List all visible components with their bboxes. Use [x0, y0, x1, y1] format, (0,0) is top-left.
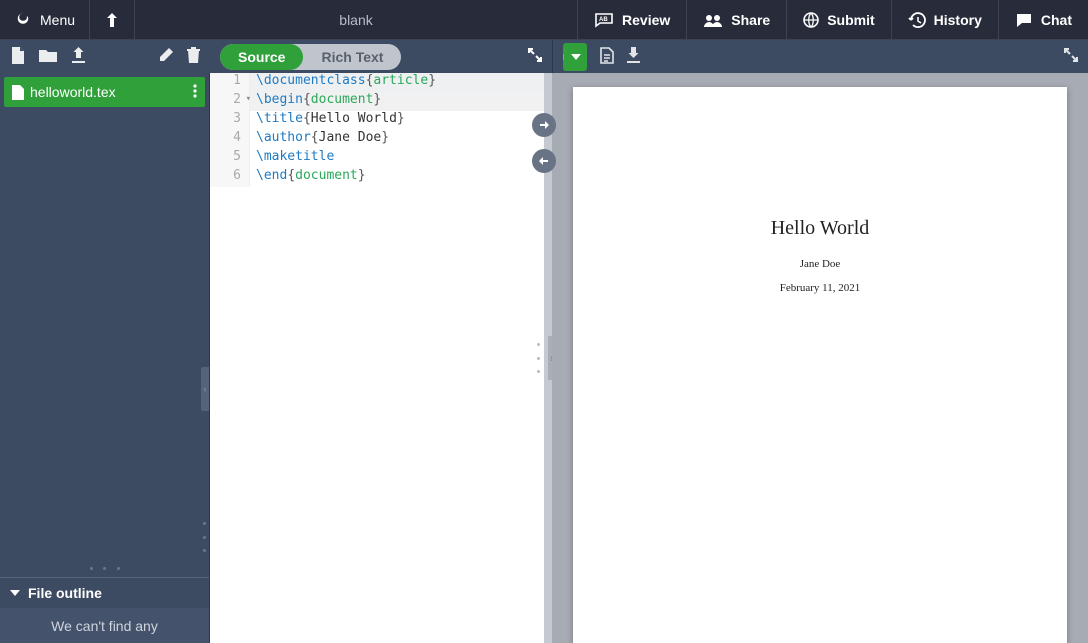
view-logs-button[interactable] [599, 47, 614, 67]
review-icon: AB [594, 12, 614, 28]
globe-icon [803, 12, 819, 28]
file-tree-toolbar [0, 40, 210, 73]
file-tree-panel: helloworld.tex ‹ File outline We can't f… [0, 73, 210, 643]
code-line[interactable]: 4\author{Jane Doe} [210, 130, 544, 149]
code-line[interactable]: 6\end{document} [210, 168, 544, 187]
back-to-projects-button[interactable] [90, 0, 135, 39]
chat-label: Chat [1041, 12, 1072, 28]
sidebar-collapse-button[interactable]: ‹ [201, 367, 209, 411]
code-line[interactable]: 3\title{Hello World} [210, 111, 544, 130]
menu-button[interactable]: Menu [0, 0, 90, 39]
pdf-expand-button[interactable] [1064, 48, 1078, 65]
code-editor[interactable]: 1\documentclass{article}2\begin{document… [210, 73, 544, 643]
code-content: \maketitle [250, 149, 334, 168]
toolbar-row: Source Rich Text Recompile [0, 40, 1088, 73]
file-outline-empty-text: We can't find any [0, 608, 209, 643]
share-button[interactable]: Share [686, 0, 786, 39]
svg-text:AB: AB [599, 17, 608, 23]
chat-icon [1015, 12, 1033, 28]
history-icon [908, 12, 926, 28]
recompile-button-group: Recompile [563, 43, 587, 71]
pdf-page: Hello World Jane Doe February 11, 2021 [573, 87, 1067, 643]
gutter-line-number: 3 [210, 111, 250, 130]
richtext-mode-button[interactable]: Rich Text [303, 44, 401, 70]
resize-handle-icon[interactable] [0, 222, 3, 252]
code-line[interactable]: 2\begin{document} [210, 92, 544, 111]
pdf-date: February 11, 2021 [573, 282, 1067, 294]
code-content: \title{Hello World} [250, 111, 405, 130]
main-area: helloworld.tex ‹ File outline We can't f… [0, 73, 1088, 643]
history-button[interactable]: History [891, 0, 998, 39]
share-icon [703, 13, 723, 27]
file-name: helloworld.tex [30, 84, 116, 100]
menu-label: Menu [40, 12, 75, 28]
share-label: Share [731, 12, 770, 28]
pdf-toolbar: Recompile [552, 40, 1088, 73]
recompile-dropdown[interactable] [563, 54, 587, 60]
gutter-line-number: 6 [210, 168, 250, 187]
file-icon [12, 85, 24, 100]
file-outline-label: File outline [28, 585, 102, 601]
file-item-menu-button[interactable] [193, 84, 197, 101]
file-tree-item-active[interactable]: helloworld.tex [4, 77, 205, 107]
up-arrow-icon [106, 13, 118, 27]
code-content: \documentclass{article} [250, 73, 436, 92]
editor-toolbar: Source Rich Text [210, 40, 552, 73]
pdf-preview-panel[interactable]: Hello World Jane Doe February 11, 2021 [552, 73, 1088, 643]
resize-handle-icon[interactable] [203, 522, 209, 552]
submit-label: Submit [827, 12, 874, 28]
new-file-button[interactable] [10, 47, 25, 67]
gutter-line-number: 2 [210, 92, 250, 111]
resize-handle-icon[interactable] [537, 343, 543, 373]
delete-button[interactable] [187, 47, 200, 66]
chevron-down-icon [571, 54, 581, 60]
pdf-title: Hello World [573, 217, 1067, 240]
file-outline-toggle[interactable]: File outline [0, 578, 209, 608]
code-line[interactable]: 5\maketitle [210, 149, 544, 168]
history-label: History [934, 12, 982, 28]
submit-button[interactable]: Submit [786, 0, 890, 39]
source-mode-button[interactable]: Source [220, 44, 303, 70]
resize-handle-icon[interactable] [90, 567, 120, 573]
gutter-line-number: 1 [210, 73, 250, 92]
project-title[interactable]: blank [135, 12, 577, 28]
code-line[interactable]: 1\documentclass{article} [210, 73, 544, 92]
rename-button[interactable] [158, 48, 173, 66]
upload-button[interactable] [71, 47, 86, 66]
review-button[interactable]: AB Review [577, 0, 686, 39]
editor-mode-toggle: Source Rich Text [220, 44, 401, 70]
download-pdf-button[interactable] [626, 47, 641, 66]
sync-code-to-pdf-button[interactable] [532, 149, 556, 173]
gutter-line-number: 4 [210, 130, 250, 149]
top-bar: Menu blank AB Review Share Submit Histor… [0, 0, 1088, 40]
gutter-line-number: 5 [210, 149, 250, 168]
chat-button[interactable]: Chat [998, 0, 1088, 39]
file-outline-panel: File outline We can't find any [0, 577, 209, 643]
header-actions: AB Review Share Submit History Chat [577, 0, 1088, 39]
overleaf-logo-icon [14, 11, 32, 29]
sync-pdf-to-code-button[interactable] [532, 113, 556, 137]
code-content: \begin{document} [250, 92, 381, 111]
new-folder-button[interactable] [39, 48, 57, 65]
review-label: Review [622, 12, 670, 28]
code-content: \end{document} [250, 168, 366, 187]
code-content: \author{Jane Doe} [250, 130, 389, 149]
editor-expand-button[interactable] [528, 48, 542, 65]
chevron-down-icon [10, 590, 20, 596]
pdf-author: Jane Doe [573, 258, 1067, 270]
